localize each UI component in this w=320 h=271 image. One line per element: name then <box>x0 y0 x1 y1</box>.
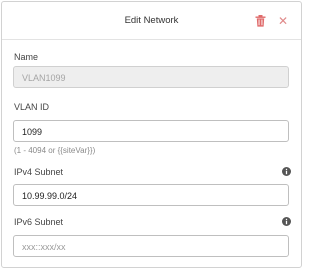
info-icon[interactable] <box>282 217 291 226</box>
vlan-id-input[interactable]: 1099 <box>13 120 289 142</box>
edit-network-dialog: Edit Network ✕ Name VLAN1099 VLAN ID 109… <box>1 1 302 268</box>
ipv4-subnet-value: 10.99.99.0/24 <box>22 191 78 201</box>
ipv6-subnet-label: IPv6 Subnet <box>14 217 64 227</box>
trash-icon[interactable] <box>255 15 266 27</box>
info-icon[interactable] <box>282 167 291 176</box>
vlan-id-label: VLAN ID <box>14 102 50 112</box>
vlan-id-value: 1099 <box>22 127 43 137</box>
ipv6-subnet-input[interactable]: xxx::xxx/xx <box>13 235 289 257</box>
ipv4-subnet-input[interactable]: 10.99.99.0/24 <box>13 184 289 206</box>
close-icon[interactable]: ✕ <box>278 14 288 28</box>
ipv4-subnet-label: IPv4 Subnet <box>14 167 64 177</box>
vlan-id-hint: (1 - 4094 or {{siteVar}}) <box>14 146 96 155</box>
name-value: VLAN1099 <box>22 73 66 83</box>
name-field: VLAN1099 <box>13 66 289 88</box>
name-label: Name <box>14 52 39 62</box>
ipv6-subnet-placeholder: xxx::xxx/xx <box>22 242 66 252</box>
dialog-header: Edit Network ✕ <box>2 2 301 40</box>
